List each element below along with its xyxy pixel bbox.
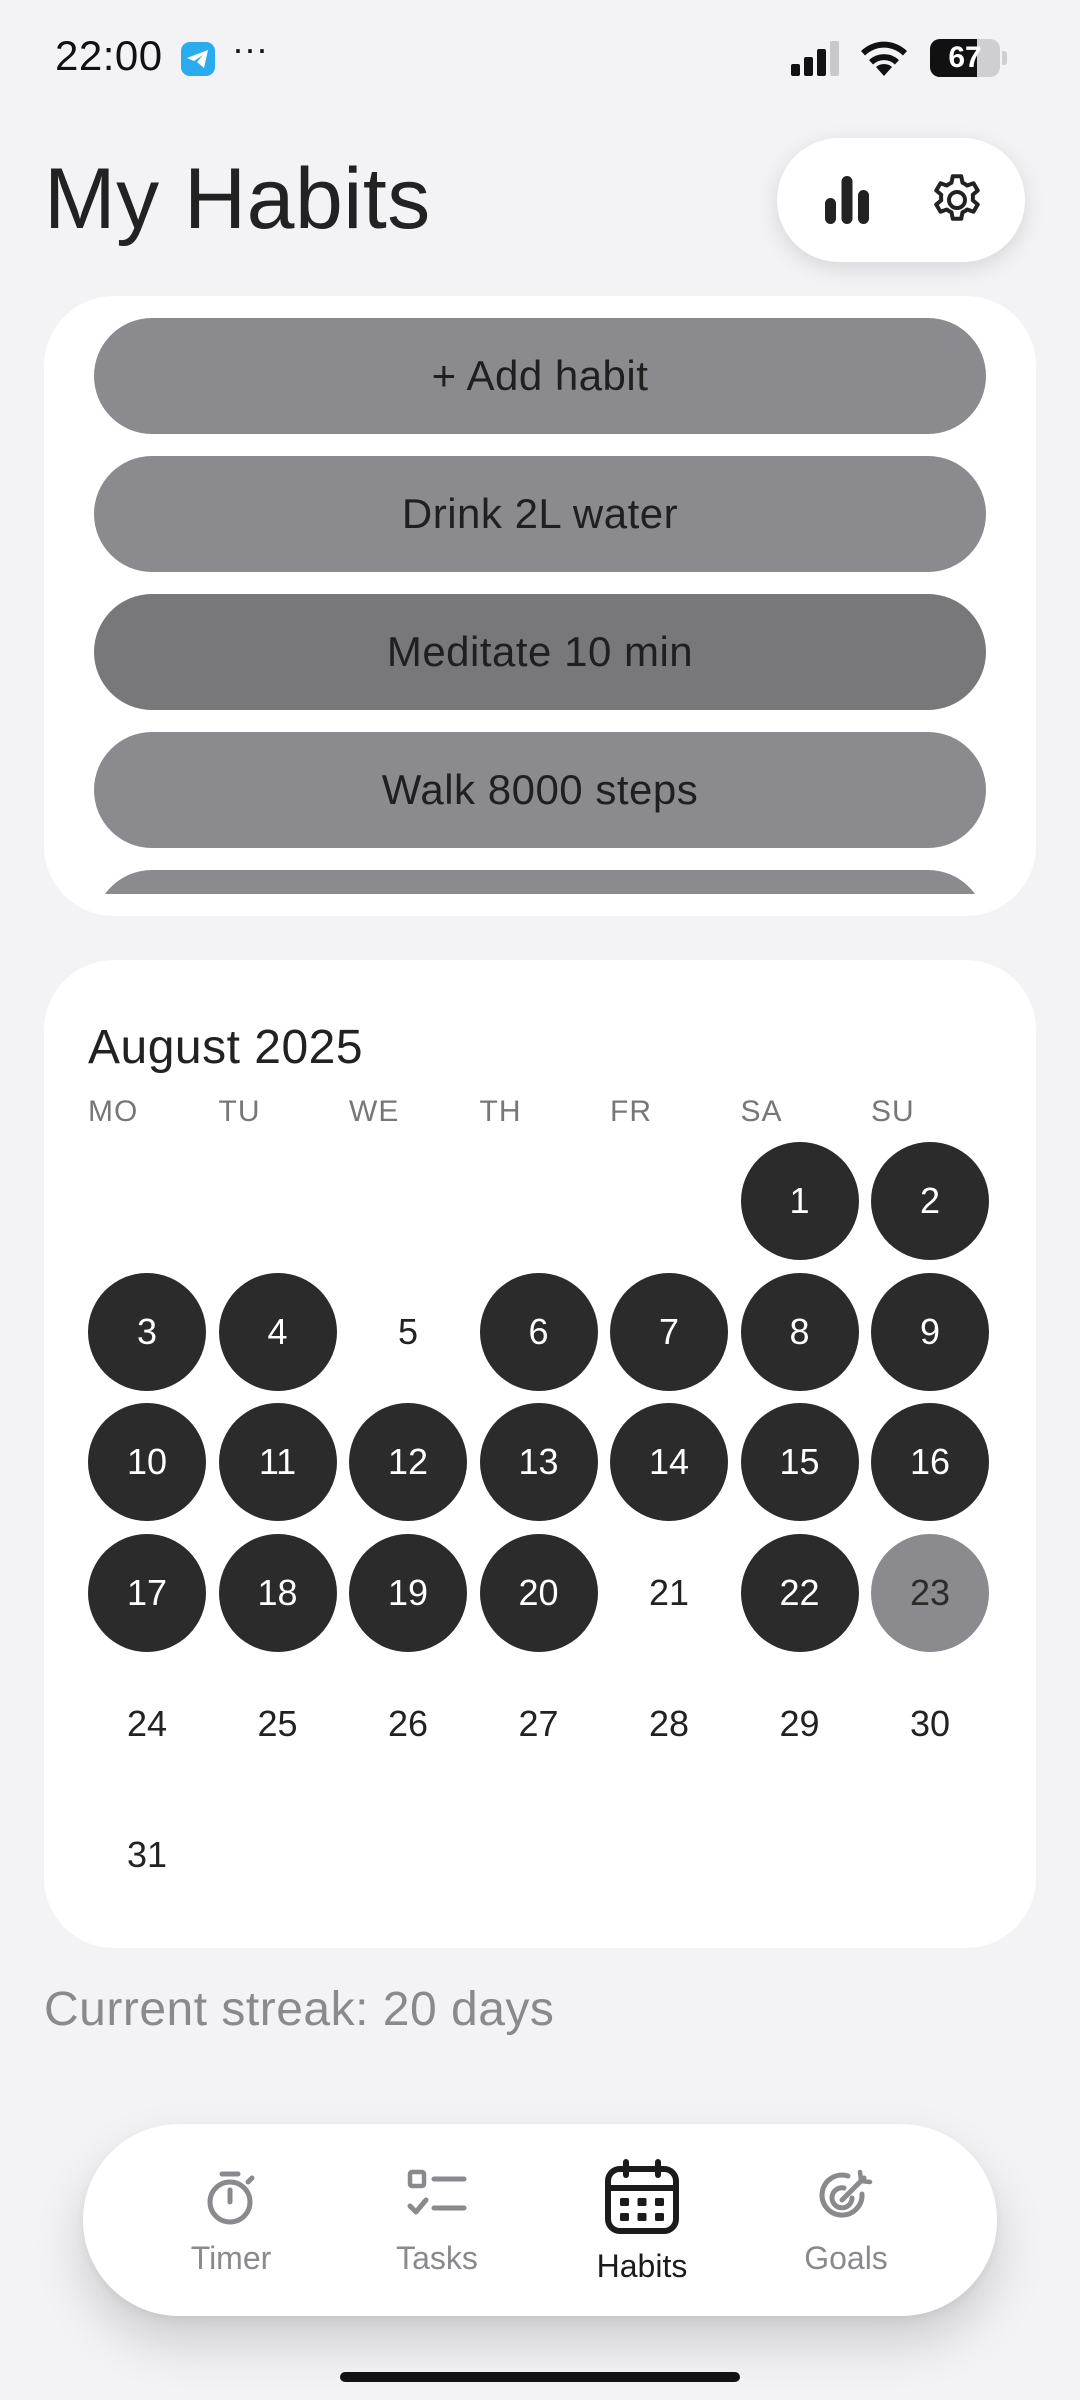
calendar-day[interactable]: 30 [871,1665,989,1783]
weekday-label: SU [871,1095,915,1128]
nav-item-goals[interactable]: Goals [766,2124,926,2316]
header-actions [777,138,1025,262]
page-title: My Habits [44,151,431,247]
habits-card: + Add habit Drink 2L water Meditate 10 min… [44,296,1036,916]
nav-item-timer[interactable]: Timer [151,2124,311,2316]
weekday-label: TH [479,1095,522,1128]
status-bar: 22:00 ··· 67 [0,0,1080,120]
nav-label-habits: Habits [596,2248,688,2284]
calendar-day[interactable]: 29 [741,1665,859,1783]
bottom-nav: Timer Tasks Habits Goals [83,2124,997,2316]
calendar-card: August 2025 MO TU WE TH FR SA SU 1 2 3 4 5 6 7 8 9 10 11 1… [44,960,1036,1948]
month-title: August 2025 [88,1021,364,1074]
cellular-signal-icon [791,40,841,81]
calendar-day[interactable]: 25 [219,1665,337,1783]
calendar-day[interactable]: 10 [88,1403,206,1522]
weekday-label: SA [740,1095,783,1128]
calendar-day[interactable]: 20 [479,1534,598,1653]
calendar-day[interactable]: 17 [88,1534,206,1653]
nav-label-tasks: Tasks [396,2240,478,2276]
more-notifications-icon: ··· [232,28,268,69]
telegram-icon [181,42,215,76]
home-indicator[interactable] [340,2372,740,2382]
calendar-day[interactable]: 9 [871,1272,989,1391]
stopwatch-icon [203,2168,259,2233]
calendar-day[interactable]: 15 [740,1403,859,1522]
nav-label-timer: Timer [190,2240,272,2276]
calendar-day[interactable]: 8 [740,1272,859,1391]
weekday-label: MO [88,1095,139,1128]
settings-button[interactable] [917,160,997,240]
calendar-day[interactable]: 24 [88,1665,206,1783]
calendar-day[interactable]: 22 [740,1534,859,1653]
status-time: 22:00 [55,32,163,79]
calendar-day[interactable]: 26 [349,1665,467,1783]
weekday-label: FR [610,1095,652,1128]
calendar-day[interactable]: 5 [349,1273,467,1391]
nav-label-goals: Goals [804,2240,888,2276]
nav-item-tasks[interactable]: Tasks [357,2124,517,2316]
calendar-day[interactable]: 16 [871,1403,989,1522]
nav-item-habits[interactable]: Habits [562,2124,722,2316]
habit-item[interactable]: Walk 8000 steps [94,732,986,848]
habit-item[interactable]: Meditate 10 min [94,594,986,710]
add-habit-button[interactable]: + Add habit [94,318,986,434]
checklist-icon [406,2168,468,2229]
calendar-day[interactable]: 13 [479,1403,598,1522]
wifi-icon [858,38,910,83]
target-icon [816,2168,876,2233]
calendar-day[interactable]: 6 [479,1272,598,1391]
gear-icon [934,174,980,221]
calendar-day[interactable]: 1 [740,1142,859,1260]
calendar-day[interactable]: 7 [610,1272,728,1391]
calendar-day[interactable]: 3 [88,1272,206,1391]
bar-chart-icon [825,176,869,224]
calendar-day[interactable]: 4 [218,1272,337,1391]
habit-list[interactable]: + Add habit Drink 2L water Meditate 10 min… [94,318,986,894]
calendar-icon [603,2158,681,2241]
battery-level: 67 [948,41,982,74]
calendar-day[interactable]: 23 [871,1534,989,1653]
habit-item[interactable] [94,870,986,894]
battery-indicator: 67 [930,39,1007,77]
calendar-day[interactable]: 27 [480,1665,598,1783]
calendar-day[interactable]: 21 [610,1534,728,1652]
calendar-day[interactable]: 31 [88,1796,206,1914]
statistics-button[interactable] [807,160,887,240]
calendar-day[interactable]: 14 [610,1403,728,1522]
calendar-day[interactable]: 2 [871,1142,989,1260]
calendar-day[interactable]: 28 [610,1665,728,1783]
calendar-day[interactable]: 12 [349,1403,467,1522]
calendar-day[interactable]: 18 [218,1534,337,1653]
calendar-day[interactable]: 19 [349,1534,467,1653]
weekday-label: TU [218,1095,261,1128]
habit-item[interactable]: Drink 2L water [94,456,986,572]
weekday-label: WE [349,1095,400,1128]
calendar-day[interactable]: 11 [218,1403,337,1522]
streak-text: Current streak: 20 days [44,1983,555,2036]
